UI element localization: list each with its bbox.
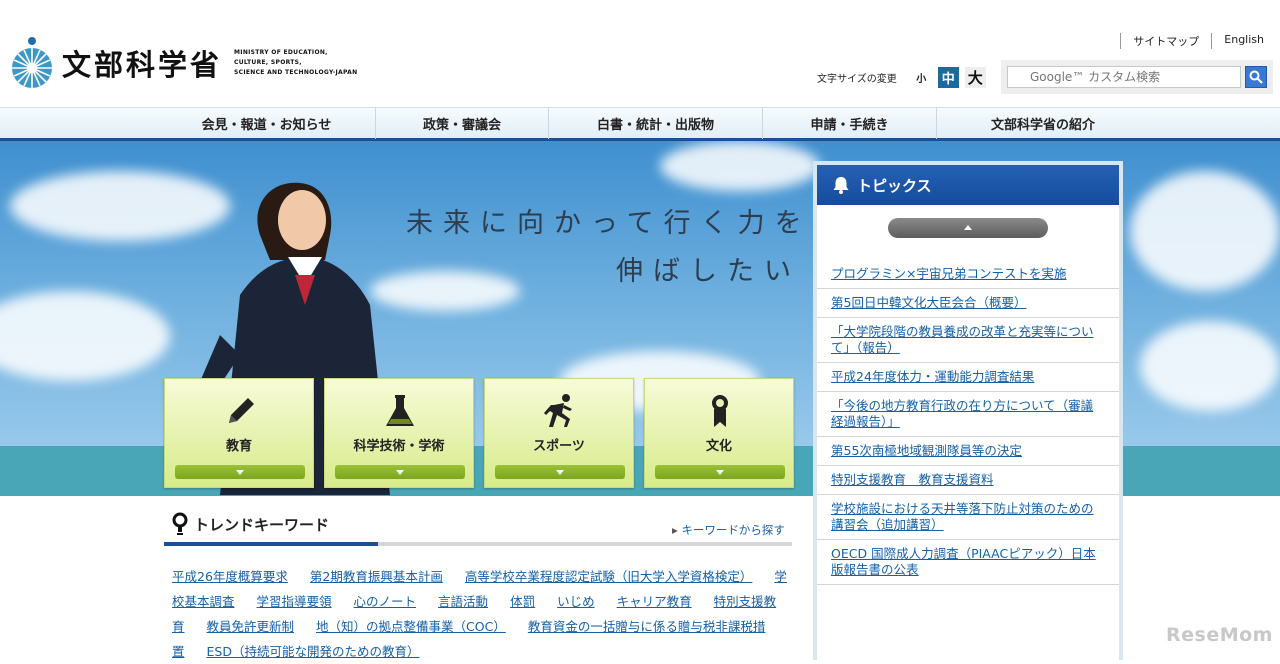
topics-panel: トピックス プログラミン×宇宙兄弟コンテストを実施 第5回日中韓文化大臣会合（概…	[813, 161, 1123, 660]
logo-title: 文部科学省	[62, 48, 223, 82]
nav-item-publications[interactable]: 白書・統計・出版物	[549, 108, 763, 139]
font-size-small-button[interactable]: 小	[911, 67, 932, 88]
search-by-keyword-link[interactable]: キーワードから探す	[672, 522, 785, 538]
cloud-shape	[1130, 171, 1280, 291]
keyword-link[interactable]: 言語活動	[438, 594, 488, 609]
keyword-link[interactable]: 第2期教育振興基本計画	[310, 569, 443, 584]
utility-links: サイトマップ English	[1120, 33, 1264, 49]
resemom-watermark: ReseMom	[1166, 624, 1273, 646]
flask-icon	[386, 395, 414, 426]
site-logo[interactable]: 文部科学省 MINISTRY OF EDUCATION, CULTURE, SP…	[10, 36, 364, 90]
pencil-icon	[229, 398, 254, 423]
category-label: 科学技術・学術	[353, 439, 445, 454]
keyword-link[interactable]: 平成26年度概算要求	[172, 569, 288, 584]
bell-icon	[833, 177, 849, 194]
keyword-link[interactable]: ESD（持続可能な開発のための教育）	[207, 644, 420, 659]
keyword-link[interactable]: 教員免許更新制	[207, 619, 295, 634]
keyword-list: 平成26年度概算要求 第2期教育振興基本計画 高等学校卒業程度認定試験（旧大学入学資…	[172, 564, 787, 664]
hero-catchphrase-line2: 伸ばしたい	[616, 256, 801, 287]
search-icon	[1249, 70, 1263, 84]
category-label: 文化	[705, 439, 732, 454]
font-size-medium-button[interactable]: 中	[937, 67, 959, 88]
list-item: プログラミン×宇宙兄弟コンテストを実施	[817, 260, 1119, 289]
topic-link[interactable]: 特別支援教育 教育支援資料	[831, 472, 994, 487]
category-tile-culture[interactable]: 文化	[644, 378, 794, 488]
topic-link[interactable]: 「今後の地方教育行政の在り方について（審議経過報告）」	[831, 398, 1093, 429]
topic-link[interactable]: 第55次南極地域観測隊員等の決定	[831, 443, 1022, 458]
nav-item-policy[interactable]: 政策・審議会	[376, 108, 549, 139]
cloud-shape	[0, 291, 170, 381]
topic-link[interactable]: 「大学院段階の教員養成の改革と充実等について」（報告）	[831, 324, 1094, 355]
section-divider	[164, 542, 792, 546]
keyword-link[interactable]: 高等学校卒業程度認定試験（旧大学入学資格検定）	[465, 569, 753, 584]
chevron-down-icon	[655, 465, 785, 479]
chevron-down-icon	[495, 465, 625, 479]
list-item: 「大学院段階の教員養成の改革と充実等について」（報告）	[817, 318, 1119, 363]
nav-item-press[interactable]: 会見・報道・お知らせ	[158, 108, 376, 139]
font-size-switcher: 文字サイズの変更 小 中 大	[817, 67, 986, 88]
keyword-link[interactable]: 心のノート	[354, 594, 417, 609]
trend-title-text: トレンドキーワード	[194, 515, 330, 534]
category-tile-education[interactable]: 教育	[164, 378, 314, 488]
font-size-large-button[interactable]: 大	[964, 67, 986, 88]
site-header: 文部科学省 MINISTRY OF EDUCATION, CULTURE, SP…	[0, 0, 1280, 107]
global-nav: 会見・報道・お知らせ 政策・審議会 白書・統計・出版物 申請・手続き 文部科学省…	[0, 107, 1280, 141]
topic-link[interactable]: 学校施設における天井等落下防止対策のための講習会（追加講習）	[831, 501, 1094, 532]
site-search	[1001, 60, 1273, 94]
topics-list: プログラミン×宇宙兄弟コンテストを実施 第5回日中韓文化大臣会合（概要） 「大学…	[817, 260, 1119, 585]
topics-scroll-up-button[interactable]	[888, 218, 1048, 238]
list-item: 平成24年度体力・運動能力調査結果	[817, 363, 1119, 392]
category-tile-science[interactable]: 科学技術・学術	[324, 378, 474, 488]
hero-catchphrase-line1: 未来に向かって行く力を	[406, 208, 812, 239]
runner-icon	[544, 394, 572, 427]
trend-title: トレンドキーワード	[172, 512, 329, 536]
list-item: 「今後の地方教育行政の在り方について（審議経過報告）」	[817, 392, 1119, 437]
chevron-down-icon	[335, 465, 465, 479]
search-input[interactable]	[1007, 66, 1241, 88]
topics-header: トピックス	[817, 165, 1119, 205]
keyword-link[interactable]: キャリア教育	[617, 594, 692, 609]
topic-link[interactable]: 第5回日中韓文化大臣会合（概要）	[831, 295, 1026, 310]
font-size-label: 文字サイズの変更	[817, 74, 897, 85]
category-tile-sports[interactable]: スポーツ	[484, 378, 634, 488]
logo-english-name: MINISTRY OF EDUCATION, CULTURE, SPORTS, …	[234, 49, 358, 76]
topic-link[interactable]: 平成24年度体力・運動能力調査結果	[831, 369, 1034, 384]
list-item: OECD 国際成人力調査（PIAACピアック）日本版報告書の公表	[817, 540, 1119, 585]
topics-title: トピックス	[857, 176, 932, 195]
list-item: 特別支援教育 教育支援資料	[817, 466, 1119, 495]
topic-link[interactable]: OECD 国際成人力調査（PIAACピアック）日本版報告書の公表	[831, 546, 1096, 577]
trend-keywords-section: トレンドキーワード キーワードから探す 平成26年度概算要求 第2期教育振興基本計…	[0, 496, 813, 660]
cloud-shape	[660, 141, 820, 191]
category-label: スポーツ	[533, 439, 585, 454]
ministry-emblem-icon	[12, 37, 52, 88]
nav-item-applications[interactable]: 申請・手続き	[763, 108, 937, 139]
search-button[interactable]	[1245, 66, 1267, 88]
topic-link[interactable]: プログラミン×宇宙兄弟コンテストを実施	[831, 266, 1066, 281]
nav-item-about[interactable]: 文部科学省の紹介	[937, 108, 1149, 139]
list-item: 第55次南極地域観測隊員等の決定	[817, 437, 1119, 466]
english-link[interactable]: English	[1211, 33, 1264, 49]
category-label: 教育	[225, 439, 252, 454]
lightbulb-icon	[172, 512, 188, 535]
keyword-link[interactable]: 学習指導要領	[257, 594, 332, 609]
award-ribbon-icon	[712, 395, 728, 427]
keyword-link[interactable]: いじめ	[557, 594, 595, 609]
sitemap-link[interactable]: サイトマップ	[1120, 33, 1211, 49]
chevron-down-icon	[175, 465, 305, 479]
list-item: 第5回日中韓文化大臣会合（概要）	[817, 289, 1119, 318]
list-item: 学校施設における天井等落下防止対策のための講習会（追加講習）	[817, 495, 1119, 540]
cloud-shape	[1140, 321, 1280, 411]
keyword-link[interactable]: 地（知）の拠点整備事業（COC）	[316, 619, 506, 634]
keyword-link[interactable]: 体罰	[510, 594, 535, 609]
